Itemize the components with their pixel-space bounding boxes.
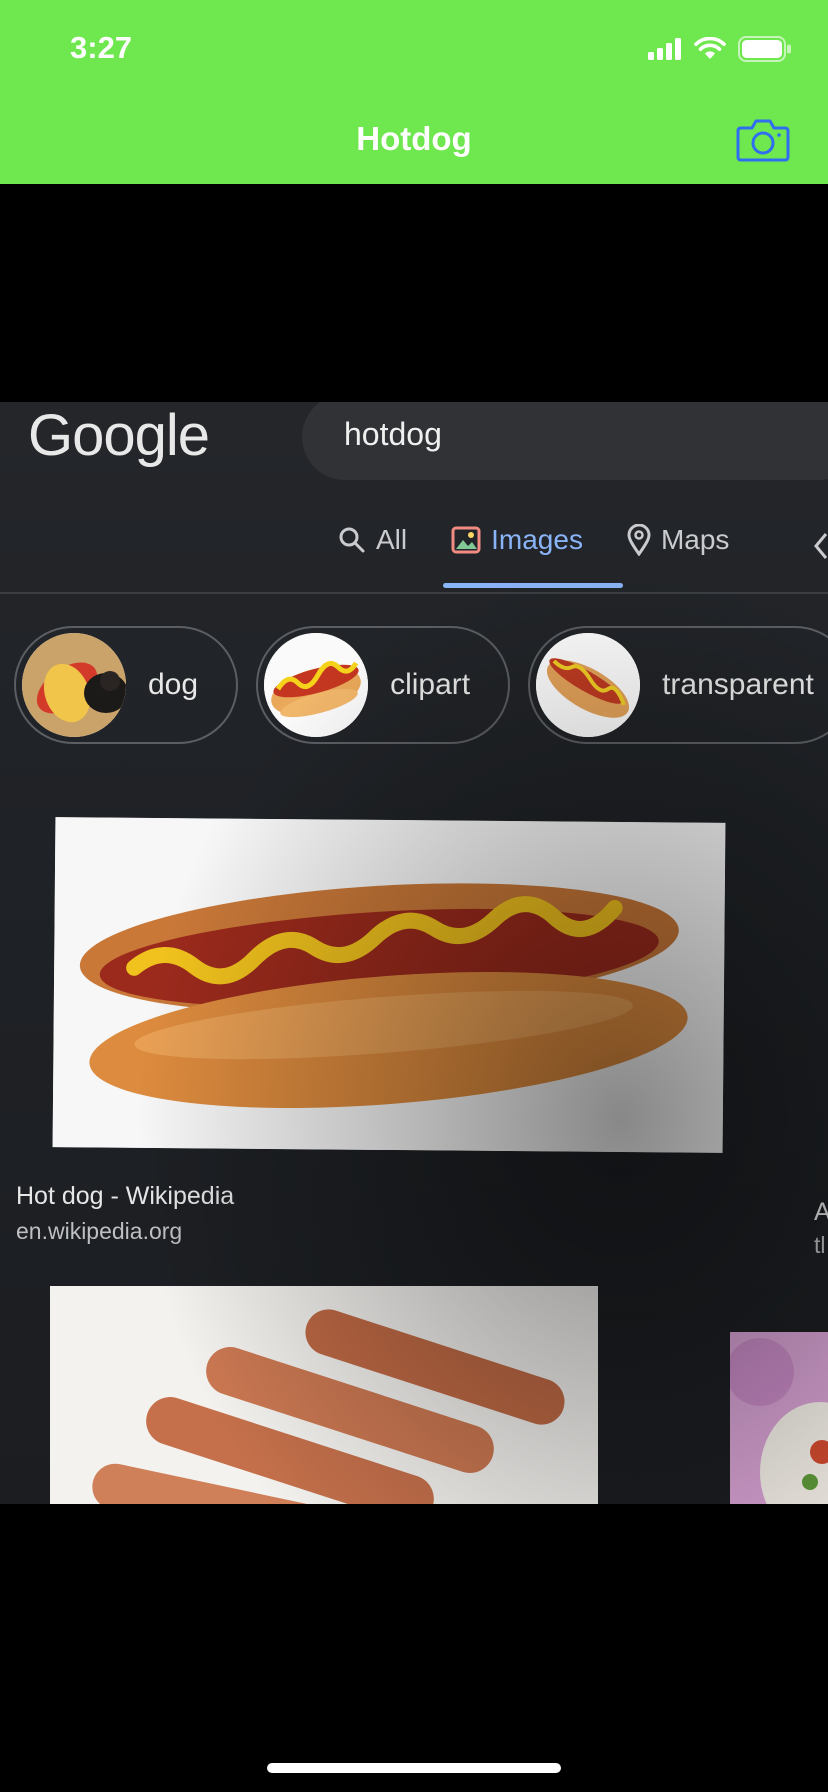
chip-dog-label: dog xyxy=(148,668,199,701)
result-image-hotdog xyxy=(52,817,726,1153)
peek-result-title: A xyxy=(814,1198,828,1226)
active-tab-indicator xyxy=(443,583,623,588)
result-image-partial xyxy=(730,1332,828,1504)
chip-transparent: transparent xyxy=(528,626,828,744)
tabs-divider xyxy=(0,592,828,594)
chip-clipart-thumbnail xyxy=(264,633,369,737)
result-title: Hot dog - Wikipedia xyxy=(16,1182,235,1210)
chevron-left-icon xyxy=(814,533,828,559)
suggestion-chips: dog clipart transparent xyxy=(14,626,828,744)
tab-maps: Maps xyxy=(627,524,729,556)
camera-photo: Google hotdog All Images Maps dog clipar… xyxy=(0,402,828,1504)
peek-result-domain: tl xyxy=(814,1232,826,1258)
camera-icon xyxy=(736,119,790,162)
tab-images-label: Images xyxy=(491,524,583,555)
wifi-icon xyxy=(694,37,726,59)
top-bar: 3:27 Hotdog xyxy=(0,0,828,184)
search-box: hotdog xyxy=(302,402,828,480)
image-icon xyxy=(451,526,481,554)
chip-transparent-label: transparent xyxy=(662,668,814,701)
tab-all: All xyxy=(338,524,407,556)
signal-icon xyxy=(648,38,681,60)
chip-clipart: clipart xyxy=(256,626,511,744)
tab-images: Images xyxy=(451,524,583,556)
tab-maps-label: Maps xyxy=(660,524,730,555)
battery-icon xyxy=(738,36,791,62)
status-icons xyxy=(648,36,792,62)
chip-dog: dog xyxy=(14,626,239,744)
tab-all-label: All xyxy=(376,524,408,555)
search-tabs: All Images Maps xyxy=(338,524,729,556)
search-icon xyxy=(339,527,365,553)
map-pin-icon xyxy=(627,524,651,556)
search-query: hotdog xyxy=(344,416,442,452)
chip-clipart-label: clipart xyxy=(390,668,471,701)
result-image-sausages xyxy=(50,1286,598,1504)
status-time: 3:27 xyxy=(70,30,133,65)
chip-transparent-thumbnail xyxy=(536,633,641,737)
google-logo: Google xyxy=(28,403,210,468)
camera-button[interactable] xyxy=(736,118,790,162)
app-screen: 3:27 Hotdog Google hotdog All Images Map… xyxy=(0,0,828,1792)
home-indicator[interactable] xyxy=(267,1763,561,1773)
result-domain: en.wikipedia.org xyxy=(16,1218,183,1244)
chip-dog-thumbnail xyxy=(22,633,126,737)
nav-title: Hotdog xyxy=(356,120,472,157)
